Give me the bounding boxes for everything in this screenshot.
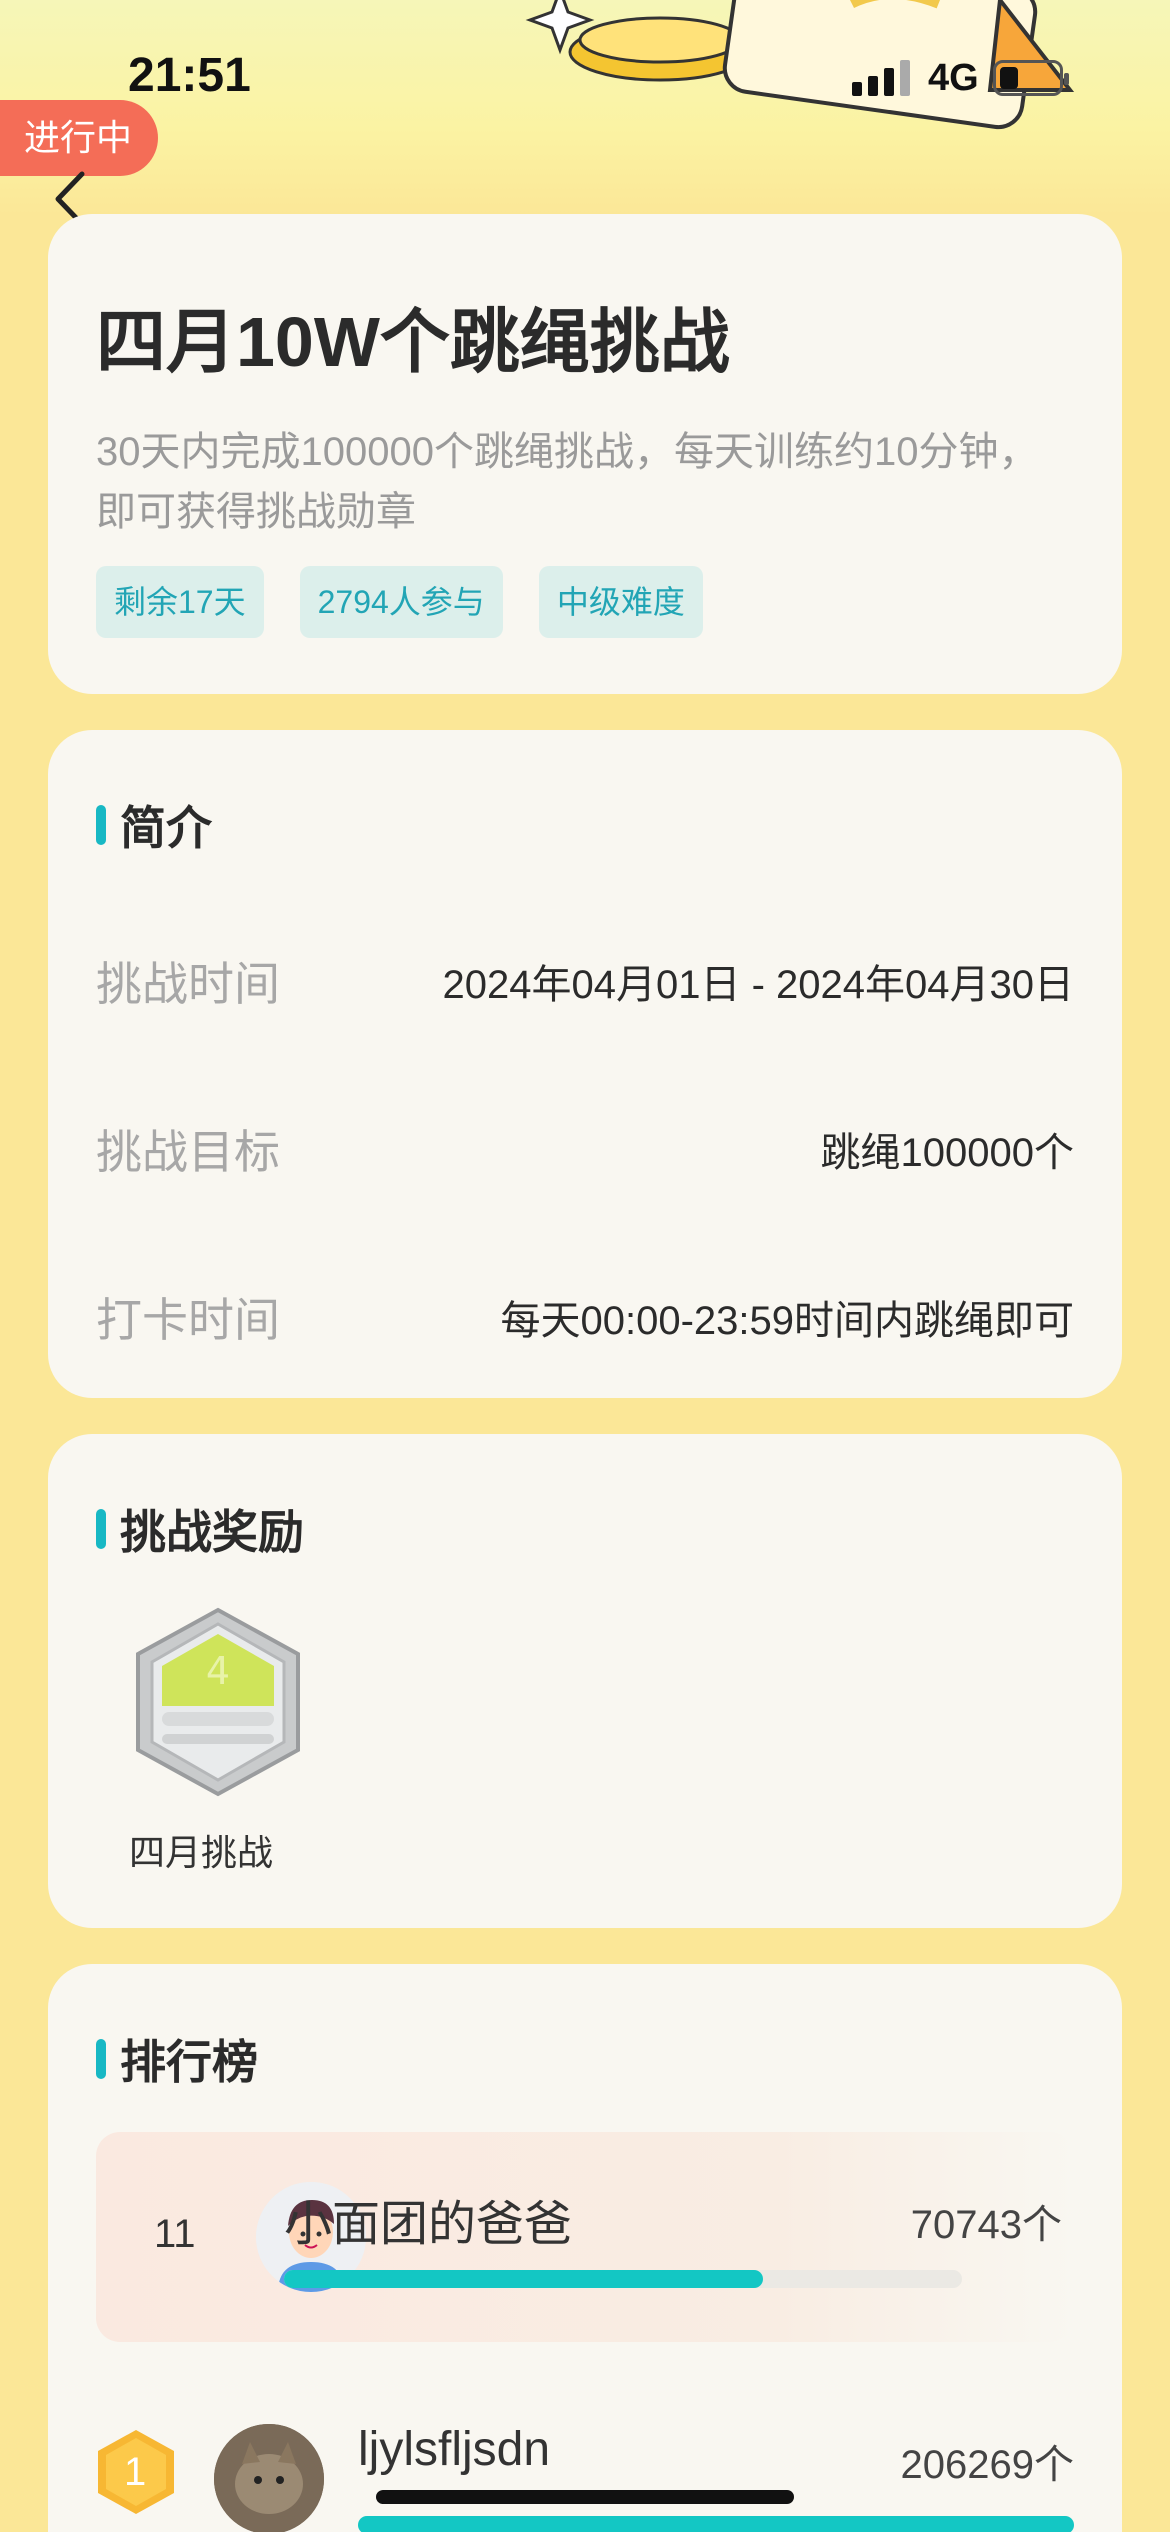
challenge-time-row: 挑战时间 2024年04月01日 - 2024年04月30日: [96, 948, 1074, 1014]
april-challenge-badge-icon[interactable]: 4: [128, 1606, 308, 1798]
my-progress-fill: [284, 2270, 764, 2288]
challenge-time-value: 2024年04月01日 - 2024年04月30日: [442, 963, 1074, 1007]
status-bar-indicators: 4G: [852, 56, 1069, 100]
my-rank-row[interactable]: 11 小面团的爸爸 70743个: [96, 2132, 1074, 2342]
section-accent-bar: [96, 1509, 106, 1549]
challenge-summary-card: 四月10W个跳绳挑战 30天内完成100000个跳绳挑战，每天训练约10分钟，即…: [48, 214, 1122, 694]
svg-text:4: 4: [206, 1649, 230, 1693]
network-type-label: 4G: [928, 56, 979, 99]
user-avatar: [214, 2424, 324, 2532]
check-in-time-row: 打卡时间 每天00:00-23:59时间内跳绳即可: [96, 1284, 1074, 1350]
leaderboard-section-header: 排行榜: [96, 2026, 258, 2092]
challenge-tags: 剩余17天 2794人参与 中级难度: [96, 566, 703, 638]
intro-card: 简介 挑战时间 2024年04月01日 - 2024年04月30日 挑战目标 跳…: [48, 730, 1122, 1398]
my-rank-number: 11: [154, 2212, 196, 2256]
progress-fill: [358, 2516, 1074, 2532]
jump-count: 206269个: [900, 2443, 1074, 2487]
my-progress-track: [284, 2270, 962, 2288]
intro-heading: 简介: [120, 802, 212, 854]
challenge-title: 四月10W个跳绳挑战: [96, 303, 730, 381]
my-count: 70743个: [910, 2203, 1062, 2247]
intro-section-header: 简介: [96, 792, 212, 858]
my-username: 小面团的爸爸: [284, 2198, 573, 2251]
participants-tag: 2794人参与: [299, 566, 503, 638]
check-in-time-label: 打卡时间: [96, 1294, 280, 1346]
challenge-goal-label: 挑战目标: [96, 1126, 280, 1178]
rank-number: 1: [124, 2450, 147, 2494]
battery-icon: [992, 60, 1069, 96]
section-accent-bar: [96, 805, 106, 845]
progress-track: [358, 2516, 1074, 2532]
challenge-description: 30天内完成100000个跳绳挑战，每天训练约10分钟，即可获得挑战勋章: [96, 430, 1039, 534]
rewards-heading: 挑战奖励: [120, 1506, 304, 1558]
days-remaining-tag: 剩余17天: [96, 566, 264, 638]
challenge-time-label: 挑战时间: [96, 958, 280, 1010]
home-indicator: [376, 2490, 794, 2504]
medal-name: 四月挑战: [128, 1832, 273, 1873]
section-accent-bar: [96, 2039, 106, 2079]
challenge-goal-value: 跳绳100000个: [820, 1131, 1074, 1175]
leaderboard-card: 排行榜 11 小面团的爸爸 70743个 1 ljylsfljsdn 20626…: [48, 1964, 1122, 2532]
difficulty-tag: 中级难度: [538, 566, 703, 638]
header-banner: 21:51 4G: [0, 0, 1170, 215]
username: ljylsfljsdn: [358, 2423, 551, 2476]
cat-photo-avatar-icon: [214, 2424, 324, 2532]
status-bar-time: 21:51: [128, 49, 251, 102]
challenge-goal-row: 挑战目标 跳绳100000个: [96, 1116, 1074, 1182]
rewards-section-header: 挑战奖励: [96, 1496, 304, 1562]
signal-icon: [852, 60, 910, 96]
rewards-card: 挑战奖励 4 四月挑战: [48, 1434, 1122, 1928]
leaderboard-heading: 排行榜: [120, 2036, 258, 2088]
check-in-time-value: 每天00:00-23:59时间内跳绳即可: [500, 1299, 1074, 1343]
